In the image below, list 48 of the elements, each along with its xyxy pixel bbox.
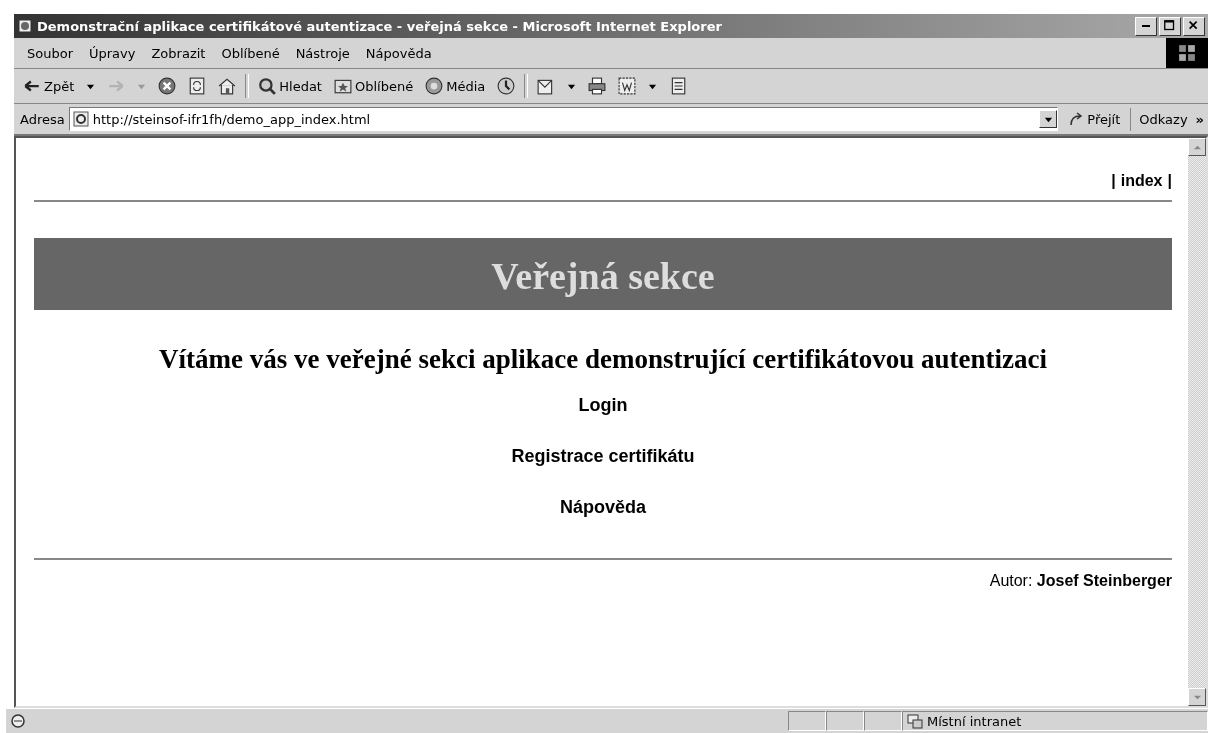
window-title: Demonstrační aplikace certifikátové autentizace - veřejná sekce - Microsoft Internet Explorer: [37, 18, 723, 34]
back-button[interactable]: Zpět: [20, 75, 78, 97]
links-button[interactable]: Odkazy: [1130, 107, 1192, 131]
refresh-icon: [188, 77, 207, 95]
author-line: Autor: Josef Steinberger: [989, 572, 1172, 590]
separator-text: |: [1111, 172, 1116, 190]
minimize-button[interactable]: [1135, 16, 1157, 36]
go-button[interactable]: Přejít: [1062, 109, 1127, 129]
menu-item[interactable]: Soubor: [20, 43, 80, 63]
curved-arrow-icon: [1068, 111, 1085, 127]
menu-item[interactable]: Nápověda: [358, 43, 439, 63]
favorites-button[interactable]: Oblíbené: [330, 75, 417, 97]
menu-link[interactable]: Nápověda: [560, 497, 646, 518]
address-label: Adresa: [20, 111, 65, 127]
clock-icon: [497, 77, 516, 95]
windows-logo-icon: [1178, 44, 1196, 62]
search-icon: [258, 77, 277, 95]
address-field[interactable]: http://steinsof-ifr1fh/demo_app_index.html: [68, 107, 1059, 131]
menu-link[interactable]: Registrace certifikátu: [511, 446, 695, 467]
maximize-button[interactable]: [1159, 16, 1181, 36]
menu-item[interactable]: Oblíbené: [214, 43, 287, 63]
close-button[interactable]: [1183, 16, 1205, 36]
separator-text: |: [1167, 172, 1172, 190]
notes-icon: [669, 77, 688, 95]
browser-icon: [17, 18, 33, 34]
scrollbar[interactable]: [1188, 138, 1206, 706]
search-button[interactable]: Hledat: [255, 75, 325, 97]
printer-icon: [588, 77, 607, 95]
maximize-icon: [1163, 19, 1177, 33]
menu-item[interactable]: Úpravy: [82, 43, 143, 63]
network-computers-icon: [907, 713, 923, 729]
star-folder-icon: [333, 77, 352, 95]
home-icon: [218, 77, 237, 95]
media-button[interactable]: Média: [422, 75, 489, 97]
minimize-icon: [1142, 25, 1150, 27]
status-panel: [826, 711, 864, 731]
menu-item[interactable]: Zobrazit: [144, 43, 213, 63]
index-link[interactable]: index: [1120, 172, 1163, 190]
more-chevron[interactable]: »: [1195, 111, 1208, 127]
menu-link[interactable]: Login: [578, 395, 628, 416]
document-icon: [618, 77, 637, 95]
stop-icon: [158, 77, 177, 95]
status-panel: [788, 711, 826, 731]
page-heading: Vítáme vás ve veřejné sekci aplikace demonstrující certifikátovou autentizaci: [158, 344, 1048, 375]
zone-text: Místní intranet: [927, 713, 1022, 729]
dropdown-button[interactable]: [1039, 110, 1058, 128]
page-banner: Veřejná sekce: [34, 238, 1172, 310]
menu-item[interactable]: Nástroje: [288, 43, 357, 63]
